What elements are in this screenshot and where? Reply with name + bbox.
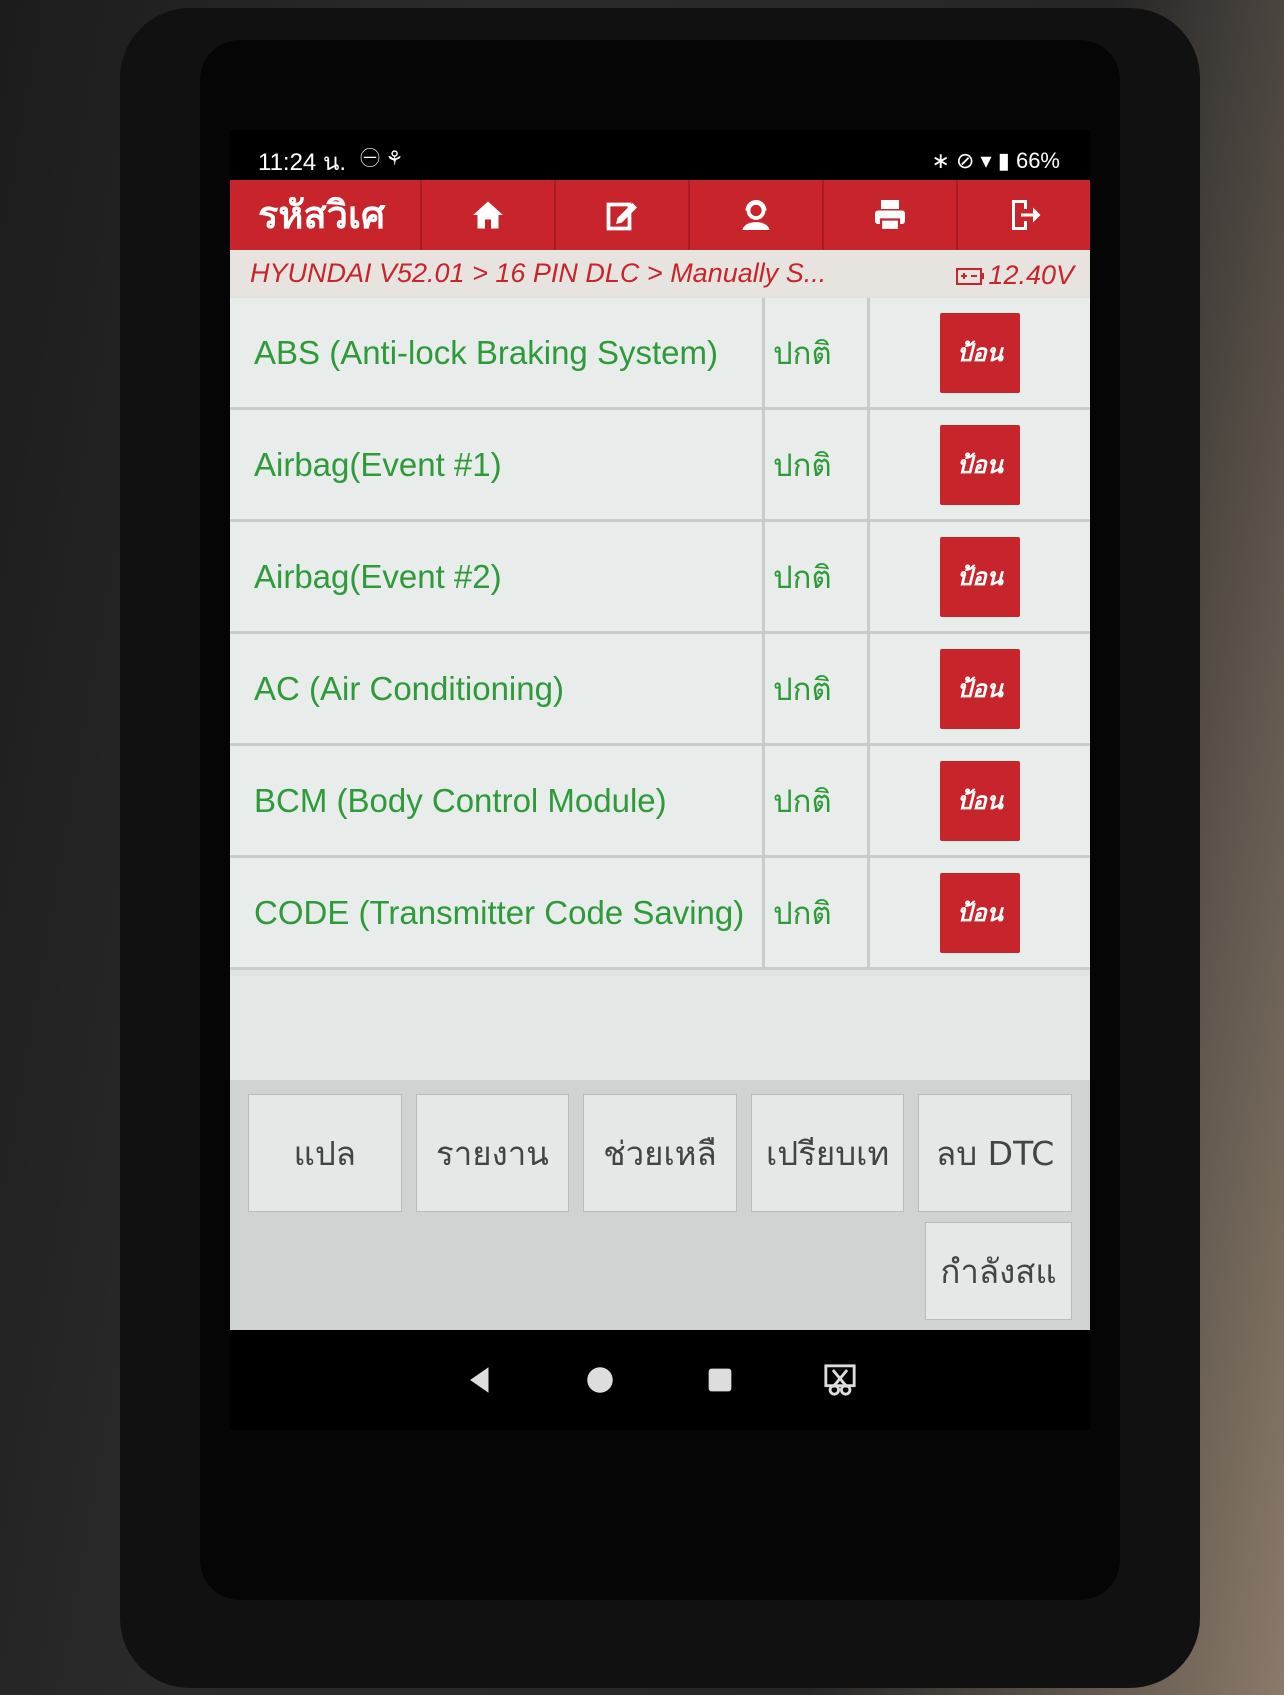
edit-button[interactable]	[554, 180, 688, 250]
system-action-cell: ป้อน	[870, 858, 1090, 967]
support-icon	[742, 200, 770, 230]
system-name: CODE (Transmitter Code Saving)	[230, 858, 765, 967]
home-icon	[473, 201, 503, 229]
system-name: Airbag(Event #1)	[230, 410, 765, 519]
edit-icon	[606, 202, 637, 231]
system-action-cell: ป้อน	[870, 634, 1090, 743]
screenshot-button[interactable]	[820, 1360, 860, 1400]
enter-button[interactable]: ป้อน	[940, 648, 1020, 729]
system-action-cell: ป้อน	[870, 410, 1090, 519]
home-button[interactable]	[420, 180, 554, 250]
system-row: ABS (Anti-lock Braking System) ปกติ ป้อน	[230, 298, 1090, 410]
breadcrumb: HYUNDAI V52.01 > 16 PIN DLC > Manually S…	[230, 250, 1090, 296]
scissors-screenshot-icon	[824, 1364, 856, 1396]
list-empty-area	[230, 976, 1090, 1080]
battery-icon: ▮	[997, 148, 1010, 173]
system-action-cell: ป้อน	[870, 522, 1090, 631]
scanning-button[interactable]: กำลังสแ	[925, 1222, 1072, 1320]
battery-level: 66%	[1015, 148, 1060, 173]
breadcrumb-path: HYUNDAI V52.01 > 16 PIN DLC > Manually S…	[250, 258, 827, 288]
circle-home-icon	[587, 1367, 613, 1393]
android-nav-bar	[230, 1330, 1090, 1430]
system-status: ปกติ	[765, 522, 870, 631]
enter-button[interactable]: ป้อน	[940, 312, 1020, 393]
square-recents-icon	[708, 1368, 732, 1392]
report-button[interactable]: รายงาน	[415, 1094, 570, 1212]
enter-button[interactable]: ป้อน	[940, 424, 1020, 505]
system-status: ปกติ	[765, 410, 870, 519]
system-action-cell: ป้อน	[870, 298, 1090, 407]
device-screen: 11:24 น. ㊀ ⚘ ∗ ⊘ ▾ ▮ 66% รหัสวิเศ HYUNDA…	[230, 130, 1090, 1430]
system-row: CODE (Transmitter Code Saving) ปกติ ป้อน	[230, 858, 1090, 970]
print-button[interactable]	[822, 180, 956, 250]
system-row: Airbag(Event #1) ปกติ ป้อน	[230, 410, 1090, 522]
system-row: AC (Air Conditioning) ปกติ ป้อน	[230, 634, 1090, 746]
print-icon	[875, 200, 905, 232]
system-action-cell: ป้อน	[870, 746, 1090, 855]
voltage-indicator: 12.40V	[956, 260, 1074, 291]
back-icon	[470, 1367, 489, 1393]
system-name: ABS (Anti-lock Braking System)	[230, 298, 765, 407]
status-right: ∗ ⊘ ▾ ▮ 66%	[931, 148, 1060, 174]
status-left-icons: ㊀ ⚘	[360, 148, 404, 170]
home-nav-button[interactable]	[580, 1360, 620, 1400]
enter-button[interactable]: ป้อน	[940, 760, 1020, 841]
battery-voltage-icon	[956, 267, 985, 285]
toolbar-button-row: แปล รายงาน ช่วยเหลื เปรียบเท ลบ DTC	[230, 1094, 1090, 1212]
system-status: ปกติ	[765, 746, 870, 855]
status-time: 11:24 น.	[258, 149, 347, 176]
system-row: Airbag(Event #2) ปกติ ป้อน	[230, 522, 1090, 634]
exit-icon	[1012, 200, 1041, 230]
app-header: รหัสวิเศ	[230, 180, 1090, 250]
exit-button[interactable]	[956, 180, 1090, 250]
system-status: ปกติ	[765, 858, 870, 967]
back-button[interactable]	[460, 1360, 500, 1400]
support-button[interactable]	[688, 180, 822, 250]
system-row: BCM (Body Control Module) ปกติ ป้อน	[230, 746, 1090, 858]
enter-button[interactable]: ป้อน	[940, 872, 1020, 953]
app-title: รหัสวิเศ	[258, 193, 386, 237]
status-right-icons: ∗ ⊘ ▾	[931, 148, 992, 173]
system-status: ปกติ	[765, 298, 870, 407]
help-button[interactable]: ช่วยเหลื	[583, 1094, 737, 1212]
translate-button[interactable]: แปล	[248, 1094, 402, 1212]
system-name: BCM (Body Control Module)	[230, 746, 765, 855]
voltage-value: 12.40V	[988, 260, 1074, 290]
compare-button[interactable]: เปรียบเท	[750, 1094, 905, 1212]
recents-button[interactable]	[700, 1360, 740, 1400]
system-status: ปกติ	[765, 634, 870, 743]
system-name: Airbag(Event #2)	[230, 522, 765, 631]
status-bar: 11:24 น. ㊀ ⚘ ∗ ⊘ ▾ ▮ 66%	[230, 130, 1090, 180]
system-list: ABS (Anti-lock Braking System) ปกติ ป้อน…	[230, 298, 1090, 970]
clear-dtc-button[interactable]: ลบ DTC	[918, 1094, 1072, 1212]
enter-button[interactable]: ป้อน	[940, 536, 1020, 617]
bottom-toolbar: แปล รายงาน ช่วยเหลื เปรียบเท ลบ DTC กำลั…	[230, 1080, 1090, 1330]
system-name: AC (Air Conditioning)	[230, 634, 765, 743]
